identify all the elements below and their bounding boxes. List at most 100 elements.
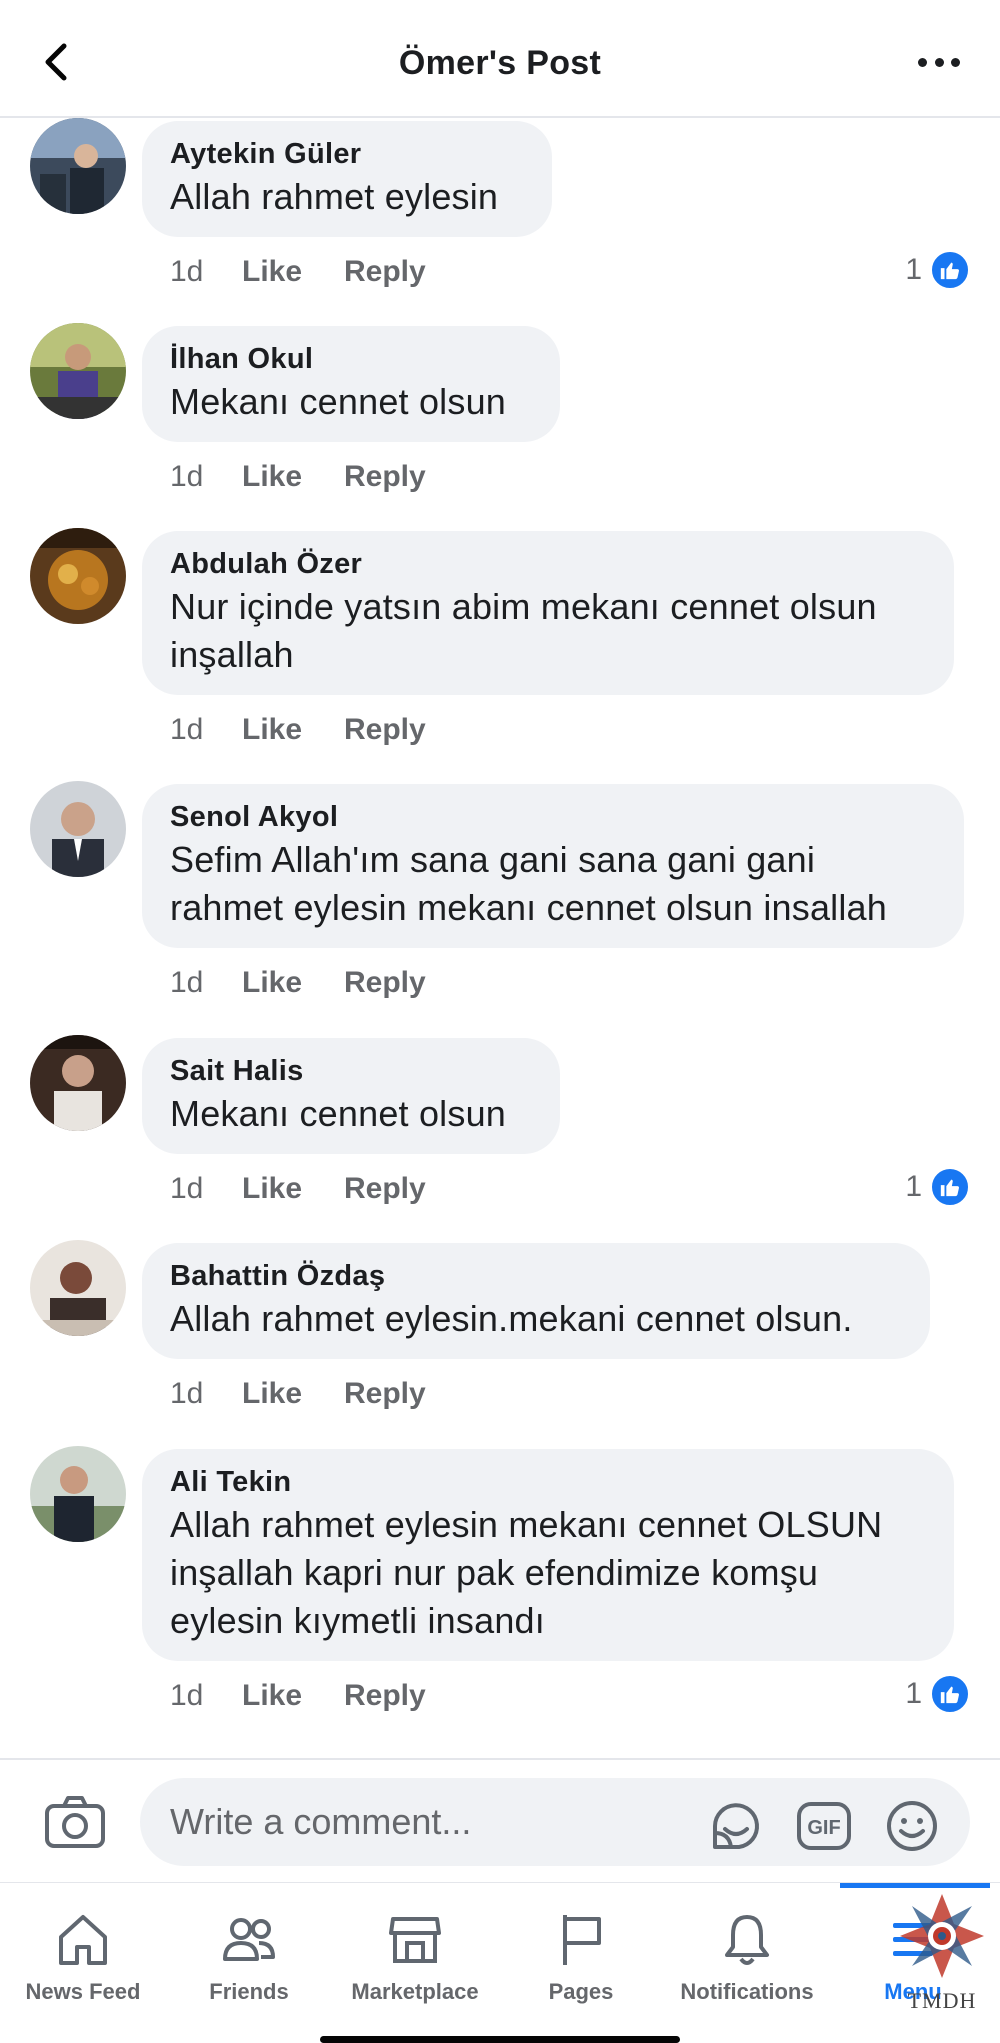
more-options-button[interactable] [914, 44, 964, 80]
reaction-count[interactable]: 1 [905, 1674, 970, 1714]
comment-author[interactable]: Abdulah Özer [170, 545, 926, 583]
comment-age: 1d [170, 1377, 204, 1410]
svg-text:GIF: GIF [807, 1817, 840, 1839]
page-title: Ömer's Post [398, 44, 602, 82]
comment-age: 1d [170, 1172, 204, 1205]
home-indicator[interactable] [320, 2036, 680, 2043]
flag-icon [551, 1909, 611, 1969]
comment-bubble: İlhan Okul Mekanı cennet olsun [142, 326, 560, 442]
thumbs-up-icon [930, 250, 970, 290]
reaction-count-number: 1 [905, 1677, 922, 1710]
comment-age: 1d [170, 460, 204, 493]
avatar[interactable] [30, 1035, 126, 1131]
watermark: TMDH [894, 1890, 990, 2040]
comment-text: Sefim Allah'ım sana gani sana gani gani … [170, 839, 887, 928]
tab-label: Friends [209, 1979, 289, 2004]
tab-news-feed[interactable]: News Feed [0, 1883, 166, 2043]
camera-icon [45, 1796, 105, 1848]
like-button[interactable]: Like [242, 713, 344, 747]
gif-button[interactable]: GIF [796, 1798, 852, 1854]
like-button[interactable]: Like [242, 255, 344, 289]
tab-label: Pages [548, 1979, 614, 2004]
comment-text: Mekanı cennet olsun [170, 381, 507, 422]
reply-button[interactable]: Reply [344, 1679, 426, 1713]
comment-text: Allah rahmet eylesin [170, 176, 499, 217]
comment-text: Nur içinde yatsın abim mekanı cennet ols… [170, 586, 877, 675]
home-icon [53, 1909, 113, 1969]
comment-bubble: Bahattin Özdaş Allah rahmet eylesin.meka… [142, 1243, 930, 1359]
avatar[interactable] [30, 528, 126, 624]
like-button[interactable]: Like [242, 1679, 344, 1713]
comment-bubble: Ali Tekin Allah rahmet eylesin mekanı ce… [142, 1449, 954, 1661]
emoji-button[interactable] [884, 1798, 940, 1854]
marketplace-icon [385, 1909, 445, 1969]
comment-age: 1d [170, 966, 204, 999]
like-button[interactable]: Like [242, 1172, 344, 1206]
comment-actions: 1d Like Reply [170, 710, 426, 750]
comment-composer: GIF [0, 1758, 1000, 1882]
comment-bubble: Senol Akyol Sefim Allah'ım sana gani san… [142, 784, 964, 948]
comment-actions: 1d Like Reply [170, 1169, 426, 1209]
reaction-count[interactable]: 1 [905, 250, 970, 290]
reply-button[interactable]: Reply [344, 966, 426, 1000]
tab-marketplace[interactable]: Marketplace [332, 1883, 498, 2043]
comments-list: Aytekin Güler Allah rahmet eylesin 1d Li… [0, 118, 1000, 1758]
tab-label: Marketplace [351, 1979, 479, 2004]
sticker-button[interactable] [708, 1798, 764, 1854]
bottom-tab-bar: News Feed Friends Marketplace Pages Noti… [0, 1882, 1000, 2043]
comment-author[interactable]: Bahattin Özdaş [170, 1257, 902, 1295]
watermark-text: TMDH [907, 1988, 977, 2013]
tab-notifications[interactable]: Notifications [664, 1883, 830, 2043]
friends-icon [219, 1909, 279, 1969]
tab-pages[interactable]: Pages [498, 1883, 664, 2043]
comment-actions: 1d Like Reply [170, 1676, 426, 1716]
more-dot-icon [934, 57, 944, 67]
avatar[interactable] [30, 1446, 126, 1542]
comment-actions: 1d Like Reply [170, 963, 426, 1003]
top-bar: Ömer's Post [0, 0, 1000, 118]
comment-text: Mekanı cennet olsun [170, 1093, 507, 1134]
comment-text: Allah rahmet eylesin mekanı cennet OLSUN… [170, 1504, 883, 1641]
bell-icon [717, 1909, 777, 1969]
reply-button[interactable]: Reply [344, 255, 426, 289]
more-dot-icon [951, 57, 960, 67]
avatar[interactable] [30, 781, 126, 877]
comment-author[interactable]: İlhan Okul [170, 340, 532, 378]
tab-label: News Feed [25, 1979, 141, 2004]
comment-age: 1d [170, 1679, 204, 1712]
tab-friends[interactable]: Friends [166, 1883, 332, 2043]
ornament-logo-icon [900, 1894, 984, 1978]
reaction-count-number: 1 [905, 253, 922, 286]
like-button[interactable]: Like [242, 966, 344, 1000]
reaction-count[interactable]: 1 [905, 1167, 970, 1207]
comment-author[interactable]: Ali Tekin [170, 1463, 926, 1501]
comment-author[interactable]: Aytekin Güler [170, 135, 524, 173]
comment-actions: 1d Like Reply [170, 457, 426, 497]
like-button[interactable]: Like [242, 1377, 344, 1411]
thumbs-up-icon [930, 1674, 970, 1714]
avatar[interactable] [30, 1240, 126, 1336]
avatar[interactable] [30, 118, 126, 214]
reply-button[interactable]: Reply [344, 1172, 426, 1206]
thumbs-up-icon [930, 1167, 970, 1207]
comment-bubble: Aytekin Güler Allah rahmet eylesin [142, 121, 552, 237]
reply-button[interactable]: Reply [344, 1377, 426, 1411]
more-dot-icon [918, 57, 927, 67]
sticker-icon [713, 1803, 759, 1849]
like-button[interactable]: Like [242, 460, 344, 494]
gif-icon: GIF [797, 1802, 851, 1850]
comment-author[interactable]: Sait Halis [170, 1052, 532, 1090]
comment-bubble: Abdulah Özer Nur içinde yatsın abim meka… [142, 531, 954, 695]
avatar[interactable] [30, 323, 126, 419]
tab-label: Notifications [680, 1979, 814, 2004]
comment-actions: 1d Like Reply [170, 1374, 426, 1414]
comment-author[interactable]: Senol Akyol [170, 798, 936, 836]
reply-button[interactable]: Reply [344, 713, 426, 747]
comment-actions: 1d Like Reply [170, 252, 426, 292]
reply-button[interactable]: Reply [344, 460, 426, 494]
comment-age: 1d [170, 713, 204, 746]
camera-button[interactable] [44, 1794, 106, 1850]
comment-age: 1d [170, 255, 204, 288]
comment-bubble: Sait Halis Mekanı cennet olsun [142, 1038, 560, 1154]
reaction-count-number: 1 [905, 1170, 922, 1203]
